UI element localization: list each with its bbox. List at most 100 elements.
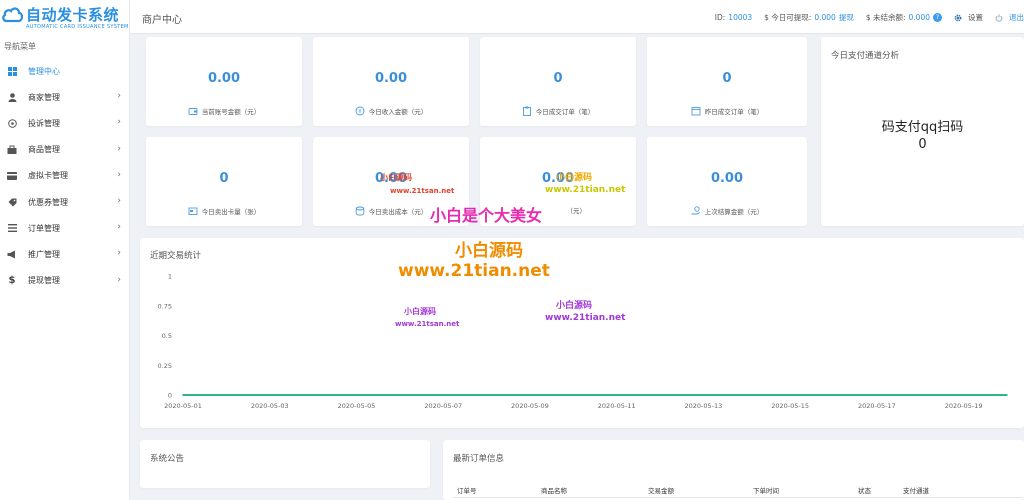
sidebar-item-label: 管理中心 — [28, 66, 60, 76]
sidebar-item-label: 商家管理 — [28, 92, 60, 102]
data-point — [702, 394, 705, 396]
stat-label: 今日卖出卡量（张） — [201, 207, 261, 216]
stat-card-today-income: 0.00 ¥ 今日收入金额（元） — [313, 37, 469, 126]
data-point — [962, 394, 965, 396]
x-tick-label: 2020-05-03 — [251, 402, 289, 410]
complaint-icon — [6, 117, 18, 129]
column-header: 商品名称 — [541, 487, 567, 495]
pay-channel-content: 码支付qq扫码 0 — [821, 119, 1024, 153]
column-header: 订单号 — [457, 487, 477, 495]
settings-button[interactable]: 设置 — [954, 12, 983, 23]
x-tick-label: 2020-05-13 — [685, 402, 723, 410]
stat-label: 当前账号金额（元） — [201, 107, 261, 116]
stat-card-cost-sold: 0.00 今日卖出成本（元） — [313, 137, 469, 226]
chevron-right-icon: › — [117, 274, 121, 285]
stat-value: 0 — [553, 71, 563, 86]
sidebar-item-coupon[interactable]: 优惠券管理 › — [0, 189, 130, 215]
data-point — [1006, 394, 1008, 396]
sidebar-item-dashboard[interactable]: 管理中心 — [0, 58, 130, 84]
header-account-info: ID: 10003 $ 今日可提现: 0.000 提现 $ 未结余额: 0.00… — [712, 12, 1024, 23]
chevron-right-icon: › — [117, 143, 121, 154]
pay-channel-title: 今日支付通道分析 — [831, 51, 900, 61]
data-point — [789, 394, 791, 396]
stat-label: 今日成交订单（笔） — [535, 107, 595, 116]
stat-card-yesterday-orders: 0 昨日成交订单（笔） — [647, 37, 807, 126]
x-tick-label: 2020-05-17 — [858, 402, 896, 410]
stat-card-account-balance: 0.00 当前账号金额（元） — [146, 37, 302, 126]
stat-label-row: 今日卖出成本（元） — [313, 205, 469, 216]
data-point — [182, 394, 184, 396]
data-point — [268, 394, 271, 396]
pay-channel-name: 码支付qq扫码 — [881, 120, 964, 135]
clipboard-icon — [522, 105, 533, 116]
sidebar-item-withdraw[interactable]: $ 提现管理 › — [0, 268, 130, 294]
stat-value: 0.00 — [710, 171, 744, 186]
sidebar-item-goods[interactable]: 商品管理 › — [0, 137, 130, 163]
merchant-id-label: ID: — [714, 13, 726, 22]
x-tick-label: 2020-05-05 — [338, 402, 376, 410]
gear-icon — [954, 14, 962, 21]
cloud-logo-icon — [2, 7, 24, 23]
database-icon — [355, 205, 366, 216]
orders-title: 最新订单信息 — [453, 454, 505, 464]
chevron-right-icon: › — [117, 222, 121, 233]
stat-label-row: 今日成交订单（笔） — [480, 105, 636, 116]
sidebar-item-promotion[interactable]: 推广管理 › — [0, 241, 130, 267]
sidebar-item-orders[interactable]: 订单管理 › — [0, 215, 130, 241]
data-point — [312, 394, 314, 396]
sidebar-item-complaint[interactable]: 投诉管理 › — [0, 110, 130, 136]
stat-card-last-settlement: 0.00 上次结算金额（元） — [647, 137, 807, 226]
sidebar-item-label: 虚拟卡管理 — [28, 171, 68, 181]
logo-title: 自动发卡系统 — [26, 6, 120, 24]
withdrawable-label: $ 今日可提现: — [764, 13, 812, 22]
stat-card-cards-sold: 0 今日卖出卡量（张） — [146, 137, 302, 226]
logo-subtitle: AUTOMATIC CARD ISSUANCE SYSTEM — [26, 24, 129, 30]
chevron-right-icon: › — [117, 195, 121, 206]
notice-card: 系统公告 — [140, 440, 430, 488]
stat-card-profit: 0.00 （元） — [480, 137, 636, 226]
sidebar-item-label: 商品管理 — [28, 145, 60, 155]
y-tick-label: 1 — [168, 273, 172, 281]
column-header: 下单时间 — [753, 487, 779, 495]
settings-label: 设置 — [968, 13, 983, 22]
data-point — [615, 394, 618, 396]
withdrawable-value: 0.000 — [814, 13, 836, 22]
svg-text:¥: ¥ — [359, 109, 362, 115]
y-tick-label: 0.5 — [162, 332, 172, 340]
coin-icon: ¥ — [355, 105, 366, 116]
sidebar-item-label: 投诉管理 — [28, 118, 60, 128]
stat-label-row: 昨日成交订单（笔） — [647, 105, 807, 116]
power-icon — [995, 13, 1003, 22]
card-icon — [6, 170, 18, 182]
transaction-chart-card: 近期交易统计 1 0.75 0.5 0.25 0 2020-05-01 2020-05-03… — [140, 238, 1024, 428]
stat-label-row: （元） — [480, 205, 636, 215]
sidebar: 自动发卡系统 AUTOMATIC CARD ISSUANCE SYSTEM 导航… — [0, 0, 130, 500]
x-tick-label: 2020-05-19 — [945, 402, 983, 410]
x-tick-label: 2020-05-01 — [164, 402, 202, 410]
sidebar-item-label: 优惠券管理 — [28, 197, 68, 207]
stat-value: 0 — [722, 71, 732, 86]
pay-channel-card: 今日支付通道分析 码支付qq扫码 0 — [821, 37, 1024, 226]
withdraw-link[interactable]: 提现 — [839, 12, 854, 23]
stat-value: 0.00 — [374, 71, 408, 86]
exit-button[interactable]: 退出 — [995, 12, 1024, 23]
sidebar-item-virtual-card[interactable]: 虚拟卡管理 › — [0, 163, 130, 189]
y-tick-label: 0.75 — [158, 302, 172, 310]
y-tick-label: 0.25 — [158, 362, 172, 370]
logo[interactable]: 自动发卡系统 AUTOMATIC CARD ISSUANCE SYSTEM — [0, 0, 130, 38]
pay-channel-count: 0 — [918, 137, 927, 152]
data-point — [485, 394, 488, 396]
user-icon — [6, 91, 18, 103]
sidebar-item-merchant[interactable]: 商家管理 › — [0, 84, 130, 110]
wallet-icon — [188, 105, 199, 116]
bag-icon — [6, 144, 18, 156]
chevron-right-icon: › — [117, 169, 121, 180]
stat-card-today-orders: 0 今日成交订单（笔） — [480, 37, 636, 126]
help-icon[interactable]: ? — [933, 13, 942, 22]
stat-label: 今日卖出成本（元） — [368, 207, 428, 216]
stat-label-row: 上次结算金额（元） — [647, 205, 807, 216]
stat-value: 0.00 — [207, 71, 241, 86]
nav-heading: 导航菜单 — [4, 42, 36, 51]
data-point — [832, 394, 835, 396]
stat-value: 0.00 — [541, 171, 575, 186]
